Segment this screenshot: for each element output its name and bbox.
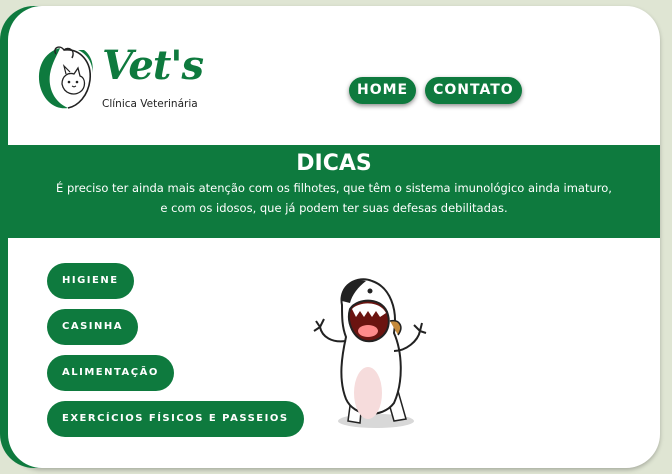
banner-title: DICAS [296,151,372,176]
tip-exercicios-button[interactable]: EXERCÍCIOS FÍSICOS E PASSEIOS [47,401,304,437]
main-nav: HOME CONTATO [349,77,522,104]
brand-subtitle: Clínica Veterinária [102,98,198,110]
tips-banner: DICAS É preciso ter ainda mais atenção c… [8,145,660,238]
banner-text-line-2: e com os idosos, que já podem ter suas d… [160,201,508,215]
tips-list: HIGIENE CASINHA ALIMENTAÇÃO EXERCÍCIOS F… [47,263,304,447]
brand-logo[interactable]: Vet's Clínica Veterinária [34,42,214,116]
banner-text: É preciso ter ainda mais atenção com os … [8,178,660,218]
tip-alimentacao-button[interactable]: ALIMENTAÇÃO [47,355,174,391]
brand-name: Vet's [102,42,204,89]
tip-higiene-button[interactable]: HIGIENE [47,263,134,299]
nav-contato-button[interactable]: CONTATO [425,77,522,104]
nav-home-button[interactable]: HOME [349,77,417,104]
cartoon-dog-yelling-icon [313,278,427,428]
pet-logo-icon [38,46,93,109]
page-card: Vet's Clínica Veterinária HOME CONTATO D… [8,6,660,468]
banner-text-line-1: É preciso ter ainda mais atenção com os … [56,181,612,195]
tip-casinha-button[interactable]: CASINHA [47,309,138,345]
